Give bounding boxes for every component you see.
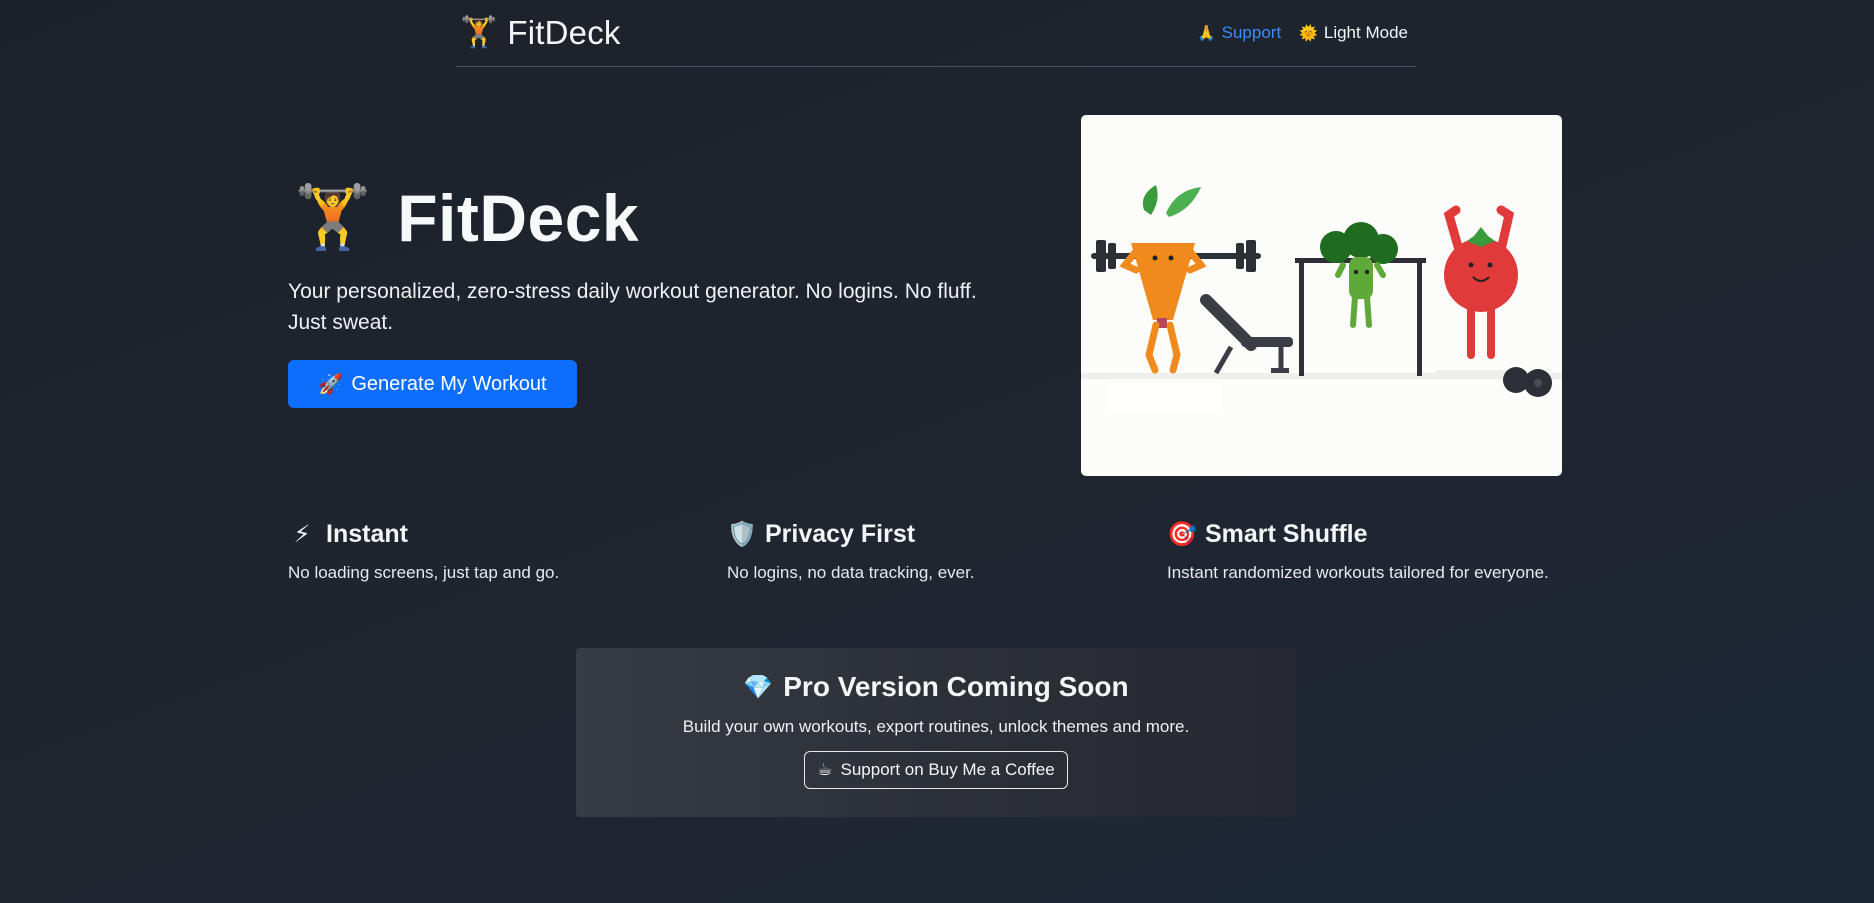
brand-name: FitDeck [507, 14, 621, 51]
hero-subtitle: Your personalized, zero-stress daily wor… [288, 280, 977, 334]
pray-icon: 🙏 [1196, 25, 1216, 42]
generate-workout-button[interactable]: 🚀 Generate My Workout [288, 360, 577, 408]
veggie-gym-illustration-svg [1081, 185, 1562, 413]
brand-link[interactable]: 🏋️ FitDeck [456, 14, 621, 52]
feature-privacy: 🛡️ Privacy First No logins, no data trac… [727, 520, 975, 583]
sun-icon: 🌞 [1299, 25, 1318, 42]
feature-privacy-desc: No logins, no data tracking, ever. [727, 563, 975, 582]
hero-title: 🏋️ FitDeck [294, 180, 639, 256]
nav-links: 🙏 Support 🌞 Light Mode [1197, 23, 1416, 43]
pro-heading: Pro Version Coming Soon [783, 671, 1129, 702]
feature-privacy-head: 🛡️ Privacy First [727, 520, 975, 549]
pro-banner: 💎 Pro Version Coming Soon Build your own… [576, 648, 1296, 817]
hero-heading: FitDeck [397, 181, 640, 255]
lightning-icon: ⚡ [293, 521, 311, 548]
buy-me-coffee-button[interactable]: ☕ Support on Buy Me a Coffee [804, 751, 1068, 789]
feature-shuffle-title: Smart Shuffle [1205, 520, 1368, 548]
feature-instant-desc: No loading screens, just tap and go. [288, 563, 560, 582]
support-link[interactable]: 🙏 Support [1197, 23, 1281, 43]
generate-workout-label: Generate My Workout [351, 372, 547, 395]
light-mode-label: Light Mode [1323, 23, 1408, 42]
pro-title: 💎 Pro Version Coming Soon [576, 671, 1296, 703]
weightlifter-icon: 🏋️ [460, 16, 498, 49]
navbar: 🏋️ FitDeck 🙏 Support 🌞 Light Mode [456, 0, 1416, 67]
feature-shuffle: 🎯 Smart Shuffle Instant randomized worko… [1167, 520, 1549, 583]
weightlifter-icon: 🏋️ [294, 183, 372, 252]
support-label: Support [1221, 23, 1282, 42]
feature-instant-head: ⚡ Instant [288, 520, 559, 549]
feature-instant-title: Instant [326, 520, 408, 548]
gem-icon: 💎 [743, 673, 774, 701]
shield-icon: 🛡️ [727, 521, 757, 548]
hero-illustration [1081, 115, 1562, 476]
rocket-icon: 🚀 [318, 373, 344, 396]
feature-shuffle-desc: Instant randomized workouts tailored for… [1167, 563, 1549, 582]
buy-me-coffee-label: Support on Buy Me a Coffee [840, 760, 1055, 779]
feature-instant: ⚡ Instant No loading screens, just tap a… [288, 520, 559, 583]
pro-description: Build your own workouts, export routines… [682, 717, 1190, 736]
feature-shuffle-head: 🎯 Smart Shuffle [1167, 520, 1549, 549]
target-icon: 🎯 [1167, 521, 1197, 548]
light-mode-toggle[interactable]: 🌞 Light Mode [1299, 23, 1408, 43]
coffee-icon: ☕ [817, 760, 833, 779]
feature-privacy-title: Privacy First [765, 520, 916, 548]
